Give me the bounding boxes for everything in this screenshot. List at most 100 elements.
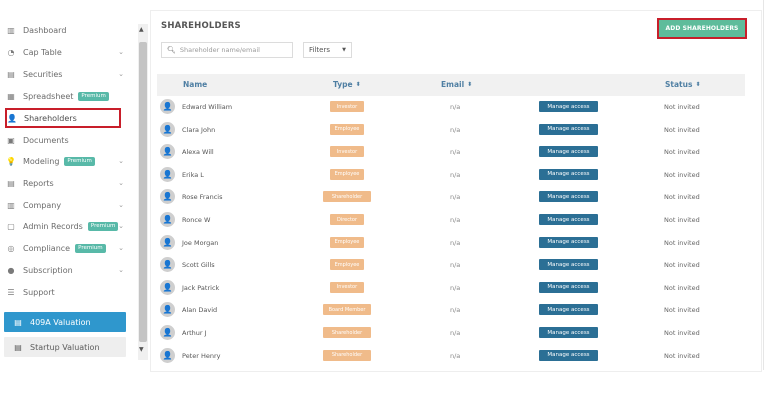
user-icon: 👤 bbox=[162, 124, 173, 134]
manage-access-button[interactable]: Manage access bbox=[539, 214, 598, 225]
column-email-label: Email bbox=[441, 80, 465, 89]
type-badge: Board Member bbox=[323, 304, 371, 316]
avatar: 👤 bbox=[160, 121, 175, 137]
manage-access-button[interactable]: Manage access bbox=[539, 101, 598, 112]
document-icon: ▤ bbox=[14, 317, 22, 327]
chevron-down-icon[interactable]: ⌄ bbox=[118, 70, 124, 78]
startup-valuation-label: Startup Valuation bbox=[30, 342, 100, 352]
document-icon: ▤ bbox=[14, 342, 22, 352]
avatar: 👤 bbox=[160, 302, 175, 318]
avatar: 👤 bbox=[160, 189, 175, 205]
sort-icon: ⬍ bbox=[467, 81, 473, 88]
manage-access-button[interactable]: Manage access bbox=[539, 304, 598, 316]
sidebar-scroll-thumb[interactable] bbox=[139, 42, 147, 342]
shareholder-name: Joe Morgan bbox=[182, 238, 219, 247]
sidebar-item-documents[interactable]: ▣ Documents bbox=[6, 130, 128, 150]
shareholder-email: n/a bbox=[450, 283, 461, 292]
user-icon: 👤 bbox=[162, 282, 173, 292]
chevron-down-icon[interactable]: ⌄ bbox=[118, 179, 124, 187]
filters-dropdown[interactable]: Filters ▼ bbox=[303, 42, 352, 58]
avatar: 👤 bbox=[160, 325, 175, 340]
pie-chart-icon: ◔ bbox=[7, 47, 15, 57]
sidebar-item-dashboard[interactable]: ▥ Dashboard bbox=[6, 20, 128, 40]
chevron-down-icon[interactable]: ⌄ bbox=[118, 201, 124, 209]
chevron-down-icon[interactable]: ⌄ bbox=[118, 157, 124, 165]
sidebar-item-company[interactable]: ▥ Company ⌄ bbox=[6, 195, 128, 215]
sidebar-item-spreadsheet[interactable]: ▦ Spreadsheet Premium bbox=[6, 86, 128, 106]
chevron-down-icon[interactable]: ⌄ bbox=[118, 48, 124, 56]
manage-access-button[interactable]: Manage access bbox=[539, 327, 598, 338]
type-badge: Shareholder bbox=[323, 327, 371, 338]
column-header-name[interactable]: Name bbox=[183, 80, 207, 89]
manage-access-button[interactable]: Manage access bbox=[539, 349, 598, 361]
manage-access-button[interactable]: Manage access bbox=[539, 281, 598, 293]
table-row: 👤 Alan David Board Member n/a Manage access N… bbox=[157, 299, 745, 321]
page-title: SHAREHOLDERS bbox=[161, 21, 241, 31]
sidebar-item-cap-table[interactable]: ◔ Cap Table ⌄ bbox=[6, 42, 128, 62]
table-header: Name Type ⬍ Email ⬍ Status ⬍ bbox=[157, 74, 745, 96]
manage-access-button[interactable]: Manage access bbox=[539, 259, 598, 271]
shareholder-name: Alan David bbox=[182, 306, 218, 315]
startup-valuation-button[interactable]: ▤ Startup Valuation bbox=[4, 337, 126, 357]
scroll-up-arrow-icon[interactable]: ▲ bbox=[139, 26, 144, 33]
add-shareholders-button[interactable]: ADD SHAREHOLDERS bbox=[657, 18, 747, 39]
type-badge: Investor bbox=[330, 101, 364, 112]
manage-access-button[interactable]: Manage access bbox=[539, 146, 598, 158]
table-row: 👤 Scott Gills Employee n/a Manage access Not … bbox=[157, 254, 745, 276]
shareholder-name: Erika L bbox=[182, 170, 204, 179]
manage-access-button[interactable]: Manage access bbox=[539, 123, 598, 135]
chevron-down-icon[interactable]: ⌄ bbox=[118, 222, 124, 230]
status-text: Not invited bbox=[664, 125, 700, 134]
status-text: Not invited bbox=[664, 170, 700, 179]
sidebar-item-label: Support bbox=[23, 287, 55, 297]
sidebar-item-label: Compliance bbox=[23, 243, 71, 253]
manage-access-button[interactable]: Manage access bbox=[539, 236, 598, 248]
status-text: Not invited bbox=[664, 238, 700, 247]
sidebar-item-label: Spreadsheet bbox=[23, 91, 74, 101]
sidebar-item-admin-records[interactable]: ▢ Admin Records Premium ⌄ bbox=[6, 216, 128, 236]
sidebar-item-shareholders[interactable]: 👤 Shareholders bbox=[5, 108, 121, 128]
type-badge: Investor bbox=[330, 146, 364, 158]
user-icon: 👤 bbox=[162, 192, 173, 202]
sidebar-item-securities[interactable]: ▤ Securities ⌄ bbox=[6, 64, 128, 84]
column-header-type[interactable]: Type ⬍ bbox=[333, 80, 361, 89]
scroll-down-arrow-icon[interactable]: ▼ bbox=[139, 346, 144, 353]
type-badge: Employee bbox=[330, 123, 364, 135]
shareholder-name: Arthur J bbox=[182, 329, 207, 337]
type-badge: Employee bbox=[330, 236, 364, 248]
user-icon: 👤 bbox=[162, 350, 173, 360]
manage-access-button[interactable]: Manage access bbox=[539, 168, 598, 180]
report-icon: ▤ bbox=[7, 178, 15, 188]
bar-chart-icon: ▥ bbox=[7, 25, 15, 35]
sidebar-item-subscription[interactable]: ● Subscription ⌄ bbox=[6, 260, 128, 280]
sidebar-item-label: Dashboard bbox=[23, 25, 67, 35]
column-header-status[interactable]: Status ⬍ bbox=[665, 80, 700, 89]
sidebar-item-label: Modeling bbox=[23, 156, 60, 166]
user-icon: 👤 bbox=[162, 260, 173, 270]
records-icon: ▢ bbox=[7, 221, 15, 231]
status-text: Not invited bbox=[664, 148, 700, 157]
table-row: 👤 Edward William Investor n/a Manage access N… bbox=[157, 96, 745, 118]
shareholder-email: n/a bbox=[450, 103, 461, 111]
chevron-down-icon[interactable]: ⌄ bbox=[118, 244, 124, 252]
status-text: Not invited bbox=[664, 261, 700, 270]
sidebar-item-compliance[interactable]: ◎ Compliance Premium ⌄ bbox=[6, 238, 128, 258]
type-badge: Investor bbox=[330, 281, 364, 293]
compliance-icon: ◎ bbox=[7, 243, 15, 253]
filters-label: Filters bbox=[309, 46, 330, 54]
409a-valuation-button[interactable]: ▤ 409A Valuation bbox=[4, 312, 126, 332]
user-icon: 👤 bbox=[162, 169, 173, 179]
avatar: 👤 bbox=[160, 166, 175, 182]
manage-access-button[interactable]: Manage access bbox=[539, 191, 598, 203]
sidebar-item-support[interactable]: ☰ Support bbox=[6, 282, 128, 302]
premium-badge: Premium bbox=[64, 156, 95, 166]
sidebar-item-modeling[interactable]: 💡 Modeling Premium ⌄ bbox=[6, 151, 128, 171]
user-icon: 👤 bbox=[7, 113, 17, 123]
search-input[interactable]: 🔍︎ Shareholder name/email bbox=[161, 42, 293, 58]
folder-icon: ▣ bbox=[7, 135, 15, 145]
column-header-email[interactable]: Email ⬍ bbox=[441, 80, 472, 89]
shareholder-name: Alexa Will bbox=[182, 148, 214, 157]
409a-valuation-label: 409A Valuation bbox=[30, 317, 91, 327]
chevron-down-icon[interactable]: ⌄ bbox=[118, 266, 124, 274]
sidebar-item-reports[interactable]: ▤ Reports ⌄ bbox=[6, 173, 128, 193]
